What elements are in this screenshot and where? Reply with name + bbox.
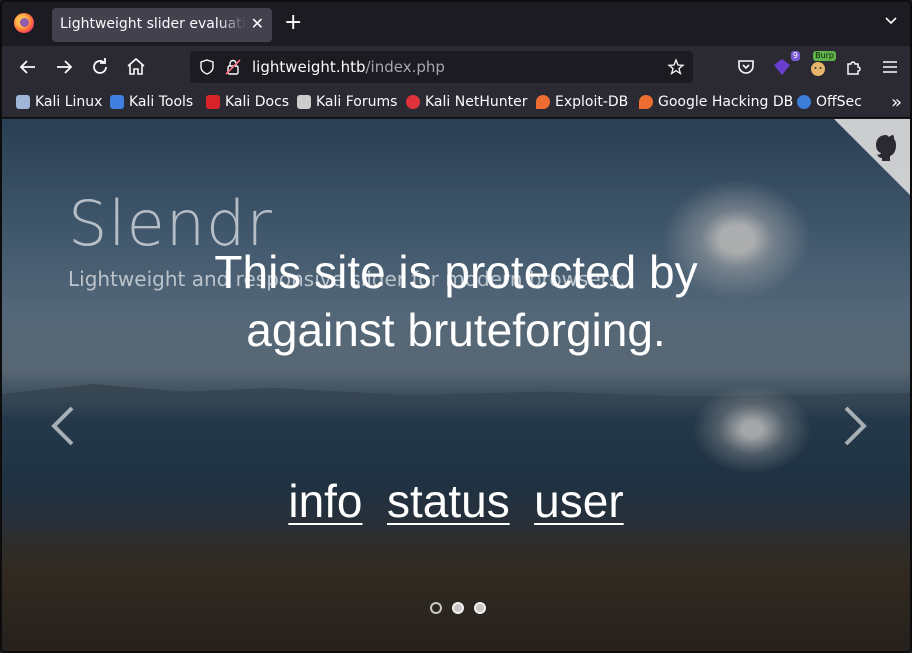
bookmark-label: Kali Docs <box>225 94 290 110</box>
tab-title: Lightweight slider evaluation <box>60 16 246 32</box>
info-link[interactable]: info <box>288 475 362 527</box>
ghdb-icon <box>639 95 653 109</box>
burp-extension-icon[interactable]: Burp <box>806 51 836 79</box>
url-bar[interactable]: lightweight.htb/index.php <box>190 51 693 83</box>
exploit-db-icon <box>536 95 550 109</box>
bookmark-kali-linux[interactable]: Kali Linux <box>16 94 102 110</box>
extensions-puzzle-icon[interactable] <box>842 55 866 79</box>
bookmark-label: Kali Tools <box>129 94 194 110</box>
url-host: lightweight.htb <box>252 58 366 76</box>
reload-icon[interactable] <box>88 55 112 79</box>
brute-force-notice: This site is protected by against brutef… <box>214 246 698 356</box>
shield-icon[interactable] <box>198 58 216 76</box>
firefox-icon[interactable] <box>14 13 34 33</box>
nav-bar: lightweight.htb/index.php 9 Burp <box>2 46 910 88</box>
offsec-icon <box>797 95 811 109</box>
forward-arrow-icon[interactable] <box>52 55 76 79</box>
slider-prev-arrow-icon[interactable] <box>48 404 78 448</box>
bookmark-kali-forums[interactable]: Kali Forums <box>297 94 397 110</box>
bookmark-label: Google Hacking DB <box>658 94 794 110</box>
bookmark-label: Kali NetHunter <box>425 94 528 110</box>
bookmark-star-icon[interactable] <box>667 58 685 76</box>
menu-hamburger-icon[interactable] <box>878 55 902 79</box>
tab-active[interactable]: Lightweight slider evaluation ✕ <box>52 8 272 42</box>
bookmark-kali-nethunter[interactable]: Kali NetHunter <box>406 94 527 110</box>
slider-pagination <box>430 602 486 614</box>
nav-links: info status user <box>2 474 910 528</box>
new-tab-button[interactable]: + <box>284 12 302 34</box>
bookmark-label: Kali Linux <box>35 94 103 110</box>
user-link[interactable]: user <box>534 475 623 527</box>
pocket-icon[interactable] <box>734 55 758 79</box>
github-octocat-icon[interactable] <box>870 131 902 163</box>
insecure-lock-icon[interactable] <box>224 58 242 76</box>
kali-tools-icon <box>110 95 124 109</box>
bookmark-label: OffSec <box>816 94 862 110</box>
back-arrow-icon[interactable] <box>16 55 40 79</box>
browser-window: Lightweight slider evaluation ✕ + lightw… <box>0 0 912 653</box>
notification-badge: 9 <box>790 51 800 61</box>
slider-dot[interactable] <box>452 602 464 614</box>
tab-bar: Lightweight slider evaluation ✕ + <box>2 2 910 46</box>
bookmark-kali-tools[interactable]: Kali Tools <box>110 94 193 110</box>
chevron-down-icon[interactable] <box>884 14 898 28</box>
url-text[interactable]: lightweight.htb/index.php <box>252 58 445 76</box>
extension-notification-icon[interactable]: 9 <box>770 51 800 79</box>
bookmarks-toolbar: Kali Linux Kali Tools Kali Docs Kali For… <box>2 88 910 118</box>
kali-dragon-icon <box>16 95 30 109</box>
kali-docs-icon <box>206 95 220 109</box>
bookmark-offsec[interactable]: OffSec <box>797 94 862 110</box>
kali-forums-icon <box>297 95 311 109</box>
bookmarks-overflow-button[interactable]: » <box>891 92 902 113</box>
close-tab-icon[interactable]: ✕ <box>251 14 264 34</box>
home-icon[interactable] <box>124 55 148 79</box>
nethunter-icon <box>406 95 420 109</box>
slider-dot[interactable] <box>430 602 442 614</box>
bookmark-label: Exploit-DB <box>555 94 629 110</box>
web-page: Slendr Lightweight and responsive slider… <box>2 119 910 651</box>
burp-badge: Burp <box>813 51 836 61</box>
slider-next-arrow-icon[interactable] <box>840 404 870 448</box>
bookmark-kali-docs[interactable]: Kali Docs <box>206 94 289 110</box>
slider-dot[interactable] <box>474 602 486 614</box>
bookmark-exploit-db[interactable]: Exploit-DB <box>536 94 628 110</box>
url-path: /index.php <box>365 58 445 76</box>
status-link[interactable]: status <box>387 475 510 527</box>
bookmark-google-hacking-db[interactable]: Google Hacking DB <box>639 94 793 110</box>
bookmark-label: Kali Forums <box>316 94 398 110</box>
